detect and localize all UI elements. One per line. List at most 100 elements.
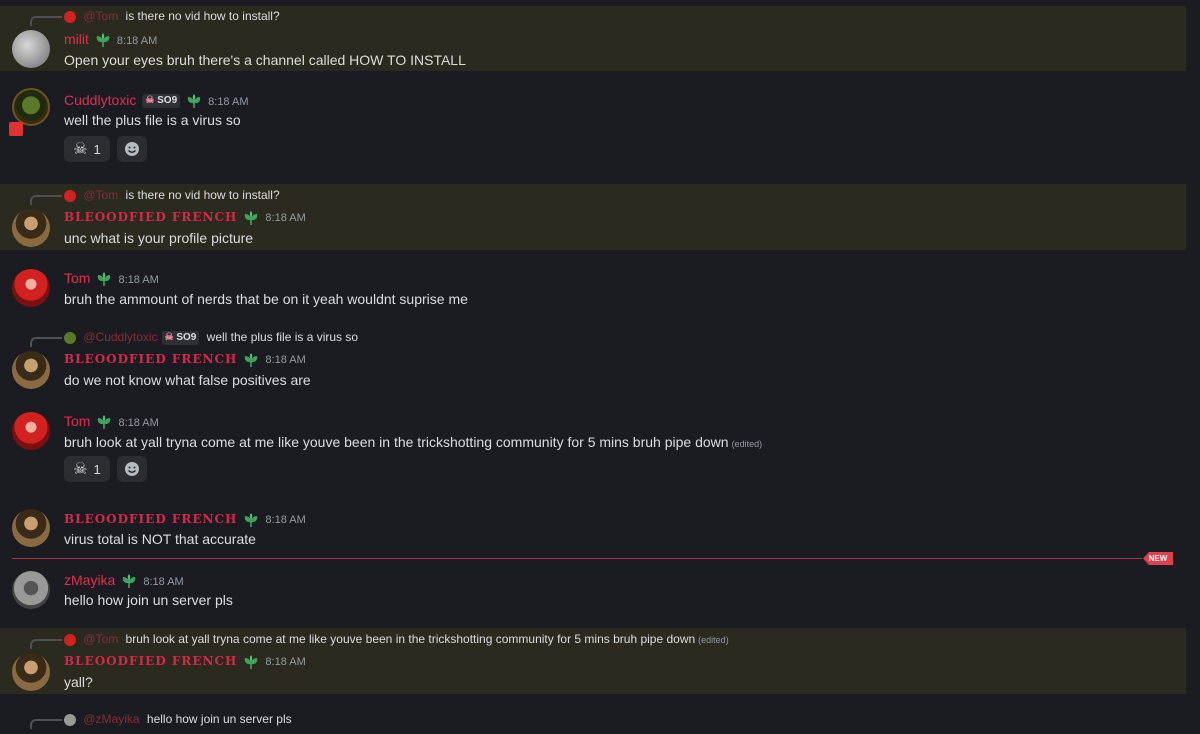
new-badge: NEW bbox=[1143, 552, 1173, 565]
timestamp: 8:18 AM bbox=[265, 354, 306, 366]
reply-avatar bbox=[64, 189, 76, 202]
reply-connector bbox=[30, 16, 62, 26]
leaf-badge-icon bbox=[95, 33, 110, 48]
reply-text: is there no vid how to install? bbox=[125, 9, 280, 23]
reply-avatar bbox=[64, 713, 76, 726]
avatar[interactable] bbox=[12, 412, 50, 450]
timestamp: 8:18 AM bbox=[118, 274, 159, 286]
reply-preview[interactable]: @Tom bruh look at yall tryna come at me … bbox=[64, 632, 729, 646]
message-text: bruh look at yall tryna come at me like … bbox=[64, 434, 762, 450]
author-name[interactable]: zMayika 8:18 AM bbox=[64, 572, 184, 589]
reply-author[interactable]: @Tom bbox=[83, 9, 118, 23]
skull-crossbones-icon: ☠ bbox=[73, 461, 88, 478]
message-row[interactable]: zMayika 8:18 AM hello how join un server … bbox=[0, 565, 1186, 615]
reaction-skull[interactable]: ☠ 1 bbox=[64, 136, 110, 162]
leaf-badge-icon bbox=[244, 512, 259, 527]
leaf-badge-icon bbox=[187, 94, 202, 109]
author-name[interactable]: Tom 8:18 AM bbox=[64, 413, 159, 430]
reply-author[interactable]: @Tom bbox=[83, 188, 118, 202]
timestamp: 8:18 AM bbox=[265, 212, 306, 224]
reply-text: bruh look at yall tryna come at me like … bbox=[125, 632, 696, 646]
reply-avatar bbox=[64, 331, 76, 344]
message-text: virus total is NOT that accurate bbox=[64, 531, 256, 547]
timestamp: 8:18 AM bbox=[143, 576, 184, 588]
message-body: bruh look at yall tryna come at me like … bbox=[64, 434, 729, 450]
avatar[interactable] bbox=[12, 509, 50, 547]
reply-connector bbox=[30, 639, 62, 649]
server-tag[interactable]: ☠ SO9 bbox=[142, 94, 181, 109]
reaction-count: 1 bbox=[93, 141, 101, 157]
new-messages-divider bbox=[12, 558, 1142, 559]
add-reaction-button[interactable] bbox=[117, 136, 147, 162]
server-tag[interactable]: ☠ SO9 bbox=[161, 330, 200, 345]
message-text: Open your eyes bruh there's a channel ca… bbox=[64, 52, 466, 68]
author-name[interactable]: Tom 8:18 AM bbox=[64, 270, 159, 287]
edited-label: (edited) bbox=[698, 635, 729, 645]
leaf-badge-icon bbox=[244, 654, 259, 669]
reply-preview[interactable]: @Cuddlytoxic ☠ SO9 well the plus file is … bbox=[64, 330, 358, 345]
timestamp: 8:18 AM bbox=[118, 417, 159, 429]
avatar[interactable] bbox=[12, 653, 50, 691]
reaction-count: 1 bbox=[93, 461, 101, 477]
author-name[interactable]: Cuddlytoxic ☠ SO9 8:18 AM bbox=[64, 92, 249, 109]
author-name[interactable]: BLEOODFIED FRENCH 8:18 AM bbox=[64, 512, 306, 527]
message-row[interactable]: @Tom bruh look at yall tryna come at me … bbox=[0, 628, 1186, 694]
reply-preview[interactable]: @zMayika hello how join un server pls bbox=[64, 712, 292, 726]
timestamp: 8:18 AM bbox=[265, 514, 306, 526]
message-text: well the plus file is a virus so bbox=[64, 112, 241, 128]
author-name[interactable]: BLEOODFIED FRENCH 8:18 AM bbox=[64, 210, 306, 225]
add-reaction-button[interactable] bbox=[117, 456, 147, 482]
leaf-badge-icon bbox=[97, 415, 112, 430]
edited-label: (edited) bbox=[731, 439, 763, 449]
message-row[interactable]: @Tom is there no vid how to install? BLE… bbox=[0, 184, 1186, 250]
reply-author[interactable]: @Cuddlytoxic bbox=[83, 330, 157, 344]
message-row[interactable]: Tom 8:18 AM bruh look at yall tryna come … bbox=[0, 407, 1186, 493]
skull-icon: ☠ bbox=[145, 95, 155, 107]
reply-preview[interactable]: @Tom is there no vid how to install? bbox=[64, 188, 280, 202]
author-name[interactable]: BLEOODFIED FRENCH 8:18 AM bbox=[64, 352, 306, 367]
message-row[interactable]: @Tom is there no vid how to install? mil… bbox=[0, 6, 1186, 71]
message-row[interactable]: @zMayika hello how join un server pls bbox=[0, 708, 1186, 734]
reply-avatar bbox=[64, 633, 76, 646]
reply-preview[interactable]: @Tom is there no vid how to install? bbox=[64, 9, 280, 23]
message-text: bruh the ammount of nerds that be on it … bbox=[64, 291, 468, 307]
message-text: do we not know what false positives are bbox=[64, 372, 311, 388]
message-row[interactable]: BLEOODFIED FRENCH 8:18 AM virus total is … bbox=[0, 504, 1186, 552]
reaction-skull[interactable]: ☠ 1 bbox=[64, 456, 110, 482]
leaf-badge-icon bbox=[97, 272, 112, 287]
reply-connector bbox=[30, 195, 62, 205]
avatar[interactable] bbox=[12, 30, 50, 68]
message-text: unc what is your profile picture bbox=[64, 230, 254, 246]
timestamp: 8:18 AM bbox=[116, 35, 158, 47]
author-name[interactable]: milit 8:18 AM bbox=[64, 31, 158, 48]
author-name[interactable]: BLEOODFIED FRENCH 8:18 AM bbox=[64, 654, 306, 669]
avatar[interactable] bbox=[12, 209, 50, 247]
reply-text: hello how join un server pls bbox=[146, 712, 292, 726]
message-row[interactable]: @Cuddlytoxic ☠ SO9 well the plus file is … bbox=[0, 326, 1186, 394]
leaf-badge-icon bbox=[244, 352, 259, 367]
message-row[interactable]: Tom 8:18 AM bruh the ammount of nerds tha… bbox=[0, 264, 1186, 314]
reply-author[interactable]: @zMayika bbox=[83, 712, 139, 726]
smile-icon bbox=[125, 142, 139, 156]
reply-author[interactable]: @Tom bbox=[83, 632, 118, 646]
leaf-badge-icon bbox=[122, 574, 137, 589]
avatar[interactable] bbox=[12, 351, 50, 389]
timestamp: 8:18 AM bbox=[208, 96, 249, 108]
skull-crossbones-icon: ☠ bbox=[73, 141, 88, 158]
timestamp: 8:18 AM bbox=[265, 656, 306, 668]
reply-connector bbox=[30, 337, 62, 347]
reply-text: well the plus file is a virus so bbox=[206, 330, 359, 344]
smile-icon bbox=[125, 462, 139, 476]
reply-connector bbox=[30, 719, 62, 729]
avatar[interactable] bbox=[12, 269, 50, 307]
avatar-flag-icon bbox=[9, 122, 23, 136]
avatar[interactable] bbox=[12, 88, 50, 126]
message-text: yall? bbox=[64, 674, 93, 690]
message-row[interactable]: Cuddlytoxic ☠ SO9 8:18 AM well the plus fi… bbox=[0, 84, 1186, 170]
leaf-badge-icon bbox=[244, 210, 259, 225]
skull-icon: ☠ bbox=[164, 331, 174, 343]
reply-avatar bbox=[64, 10, 76, 23]
reply-text: is there no vid how to install? bbox=[125, 188, 280, 202]
avatar[interactable] bbox=[12, 571, 50, 609]
message-text: hello how join un server pls bbox=[64, 592, 233, 608]
